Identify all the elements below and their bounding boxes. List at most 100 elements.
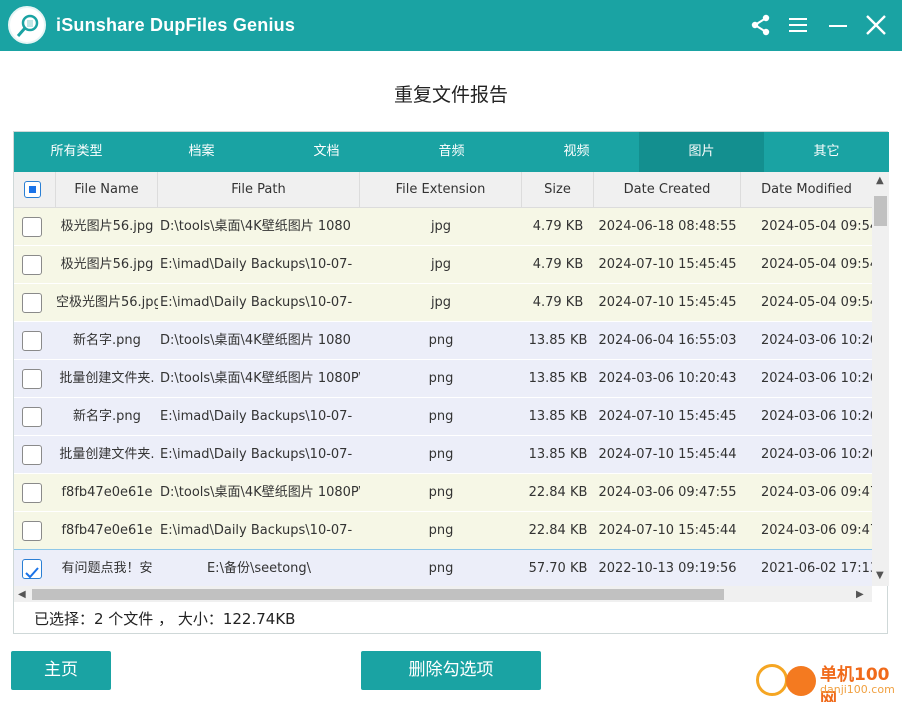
tab-documents[interactable]: 文档 [264, 132, 389, 172]
scroll-down-icon[interactable]: ▼ [876, 570, 884, 582]
tab-video[interactable]: 视频 [514, 132, 639, 172]
watermark-url: danji100.com [820, 683, 895, 696]
cell-date-modified: 2024-03-06 10:20:3 [761, 447, 872, 462]
delete-checked-button[interactable]: 删除勾选项 [361, 651, 541, 690]
tab-images[interactable]: 图片 [639, 132, 764, 172]
table-row[interactable]: 批量创建文件夹. E:\imad\Daily Backups\10-07- png 1… [14, 436, 872, 474]
tab-other[interactable]: 其它 [764, 132, 889, 172]
table-row[interactable]: 新名字.png E:\imad\Daily Backups\10-07- png 13… [14, 398, 872, 436]
table-header: File Name File Path File Extension Size … [14, 172, 872, 208]
col-size[interactable]: Size [522, 172, 594, 208]
col-date-modified[interactable]: Date Modified [741, 172, 872, 208]
horizontal-scrollbar[interactable]: ◀ ▶ [14, 586, 872, 603]
cell-date-modified: 2024-03-06 10:20:3 [761, 409, 872, 424]
table-row[interactable]: 新名字.png D:\tools\桌面\4K壁纸图片 1080 png 13.85 K… [14, 322, 872, 360]
cell-file-path: D:\tools\桌面\4K壁纸图片 1080 [160, 333, 351, 348]
cell-date-modified: 2021-06-02 17:13:3 [761, 561, 872, 576]
cell-date-created: 2022-10-13 09:19:56 [598, 561, 737, 576]
close-icon[interactable] [863, 12, 889, 38]
file-table: File Name File Path File Extension Size … [14, 172, 872, 586]
scroll-right-icon[interactable]: ▶ [856, 589, 864, 601]
cell-file-name: 极光图片56.jpg [60, 219, 154, 234]
horizontal-scroll-thumb[interactable] [32, 589, 724, 600]
table-row[interactable]: 有问题点我！安 E:\备份\seetong\ png 57.70 KB 2022-10-… [14, 549, 872, 586]
cell-date-created: 2024-06-04 16:55:03 [598, 333, 737, 348]
select-all-checkbox[interactable] [24, 181, 41, 198]
cell-file-extension: png [428, 561, 454, 576]
tab-all-types[interactable]: 所有类型 [14, 132, 139, 172]
cell-date-modified: 2024-05-04 09:54:2 [761, 295, 872, 310]
cell-file-path: D:\tools\桌面\4K壁纸图片 1080P\ [160, 371, 360, 386]
cell-checkbox [14, 398, 56, 435]
tab-archives[interactable]: 档案 [139, 132, 264, 172]
row-checkbox[interactable] [22, 407, 42, 427]
cell-file-extension: jpg [430, 295, 452, 310]
cell-date-modified: 2024-03-06 10:20:3 [761, 333, 872, 348]
row-checkbox[interactable] [22, 445, 42, 465]
table-row[interactable]: 批量创建文件夹. D:\tools\桌面\4K壁纸图片 1080P\ png 13.8… [14, 360, 872, 398]
col-date-created[interactable]: Date Created [594, 172, 741, 208]
cell-checkbox [14, 360, 56, 397]
vertical-scrollbar[interactable]: ▲ ▼ [872, 172, 889, 586]
select-all-cell [14, 172, 56, 208]
cell-file-path: E:\imad\Daily Backups\10-07- [160, 447, 353, 462]
table-row[interactable]: 极光图片56.jpg D:\tools\桌面\4K壁纸图片 1080 jpg 4.79… [14, 208, 872, 246]
cell-file-path: E:\imad\Daily Backups\10-07- [160, 257, 353, 272]
cell-checkbox [14, 322, 56, 359]
cell-date-created: 2024-07-10 15:45:45 [598, 257, 737, 272]
cell-date-modified: 2024-05-04 09:54:2 [761, 219, 872, 234]
cell-size: 22.84 KB [528, 523, 588, 538]
scroll-up-icon[interactable]: ▲ [876, 175, 884, 187]
cell-checkbox [14, 550, 56, 586]
cell-file-name: 极光图片56.jpg [60, 257, 154, 272]
row-checkbox[interactable] [22, 331, 42, 351]
cell-size: 4.79 KB [532, 219, 584, 234]
cell-file-path: E:\imad\Daily Backups\10-07- [160, 295, 353, 310]
cell-file-extension: png [428, 485, 454, 500]
scroll-left-icon[interactable]: ◀ [18, 589, 26, 601]
table-row[interactable]: f8fb47e0e61e E:\imad\Daily Backups\10-07-… [14, 512, 872, 550]
checkmark-icon [25, 567, 39, 579]
cell-file-name: 批量创建文件夹. [59, 371, 155, 386]
cell-date-created: 2024-03-06 09:47:55 [598, 485, 737, 500]
vertical-scroll-thumb[interactable] [874, 196, 887, 226]
table-row[interactable]: f8fb47e0e61e D:\tools\桌面\4K壁纸图片 1080P\ png… [14, 474, 872, 512]
cell-checkbox [14, 474, 56, 511]
watermark-logo: 单机100网 danji100.com [750, 656, 900, 702]
table-row[interactable]: 空极光图片56.jpg E:\imad\Daily Backups\10-07- j… [14, 284, 872, 322]
cell-file-path: E:\imad\Daily Backups\10-07- [160, 523, 353, 538]
col-file-name[interactable]: File Name [56, 172, 158, 208]
tab-audio[interactable]: 音频 [389, 132, 514, 172]
cell-date-modified: 2024-03-06 09:47:5 [761, 485, 872, 500]
cell-file-extension: png [428, 447, 454, 462]
home-button[interactable]: 主页 [11, 651, 111, 690]
row-checkbox[interactable] [22, 521, 42, 541]
cell-size: 13.85 KB [528, 409, 588, 424]
minimize-icon[interactable] [825, 12, 851, 38]
table-row[interactable]: 极光图片56.jpg E:\imad\Daily Backups\10-07- jp… [14, 246, 872, 284]
cell-file-extension: png [428, 371, 454, 386]
row-checkbox[interactable] [22, 255, 42, 275]
cell-file-path: E:\imad\Daily Backups\10-07- [160, 409, 353, 424]
row-checkbox[interactable] [22, 293, 42, 313]
row-checkbox[interactable] [22, 559, 42, 579]
cell-date-modified: 2024-03-06 09:47:5 [761, 523, 872, 538]
cell-file-extension: png [428, 409, 454, 424]
col-file-extension[interactable]: File Extension [360, 172, 522, 208]
watermark-plus-icon [756, 664, 788, 696]
row-checkbox[interactable] [22, 483, 42, 503]
share-icon[interactable] [748, 12, 774, 38]
app-logo-icon [8, 6, 46, 44]
cell-file-name: 有问题点我！安 [61, 561, 153, 576]
cell-date-created: 2024-03-06 10:20:43 [598, 371, 737, 386]
cell-checkbox [14, 246, 56, 283]
cell-size: 13.85 KB [528, 371, 588, 386]
cell-file-extension: png [428, 523, 454, 538]
col-file-path[interactable]: File Path [158, 172, 360, 208]
cell-file-name: 新名字.png [73, 333, 141, 348]
category-tabs: 所有类型 档案 文档 音频 视频 图片 其它 [14, 132, 889, 172]
row-checkbox[interactable] [22, 369, 42, 389]
cell-checkbox [14, 208, 56, 245]
row-checkbox[interactable] [22, 217, 42, 237]
menu-icon[interactable] [785, 12, 811, 38]
